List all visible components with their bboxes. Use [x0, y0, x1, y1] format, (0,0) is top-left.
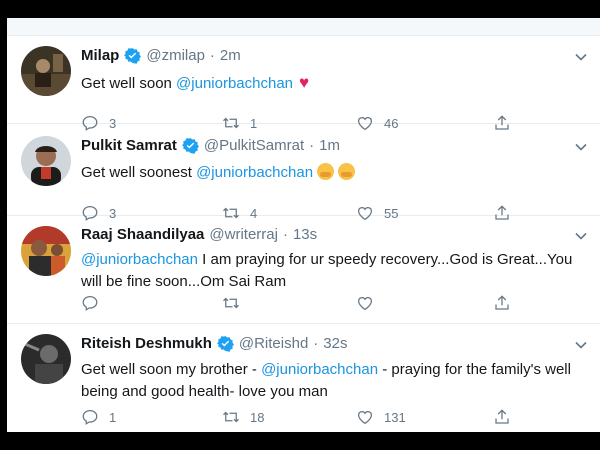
tweet-riteish-deshmukh[interactable]: Riteish Deshmukh @Riteishd · 32s Get wel… — [7, 324, 600, 432]
tweet-raaj-shaandilyaa[interactable]: Raaj Shaandilyaa @writerraj · 13s @junio… — [7, 216, 600, 324]
share-icon — [495, 295, 509, 310]
share-button[interactable] — [493, 406, 511, 428]
handle[interactable]: @Riteishd — [239, 335, 308, 352]
reply-icon — [82, 409, 98, 425]
display-name[interactable]: Riteish Deshmukh — [81, 335, 212, 352]
timeline-top-edge — [7, 18, 600, 36]
display-name[interactable]: Raaj Shaandilyaa — [81, 226, 204, 243]
tweet-text: Get well soon @juniorbachchan ♥ — [81, 72, 576, 95]
separator-dot: · — [309, 137, 315, 154]
display-name[interactable]: Milap — [81, 47, 119, 64]
reply-count: 1 — [109, 409, 117, 425]
like-icon — [357, 297, 373, 311]
display-name[interactable]: Pulkit Samrat — [81, 137, 177, 154]
share-button[interactable] — [493, 292, 511, 314]
retweet-icon — [223, 411, 239, 423]
mention-link[interactable]: @juniorbachchan — [261, 361, 378, 378]
reply-icon — [82, 295, 98, 311]
timestamp[interactable]: 2m — [220, 47, 241, 64]
chevron-down-icon[interactable] — [574, 338, 588, 352]
tweet-text-start: Get well soon — [81, 75, 177, 92]
reply-button[interactable] — [81, 292, 99, 314]
reply-button[interactable]: 1 — [81, 406, 116, 428]
tweet-actions: 1 18 131 — [81, 406, 600, 428]
like-button[interactable] — [356, 292, 374, 314]
tweet-header: Milap @zmilap · 2m — [81, 47, 241, 64]
share-icon — [495, 409, 509, 424]
retweet-count: 18 — [250, 409, 265, 425]
verified-badge-icon — [216, 336, 234, 352]
tweet-text-start: Get well soon my brother - — [81, 361, 262, 378]
red-heart-emoji: ♥ — [299, 73, 310, 92]
separator-dot: · — [209, 47, 215, 64]
handle[interactable]: @writerraj — [209, 226, 278, 243]
separator-dot: · — [282, 226, 288, 243]
retweet-button[interactable] — [222, 292, 240, 314]
timestamp[interactable]: 13s — [293, 226, 317, 243]
retweet-button[interactable]: 18 — [222, 406, 264, 428]
mention-link[interactable]: @juniorbachchan — [196, 164, 313, 181]
like-icon — [357, 411, 373, 425]
verified-badge-icon — [124, 48, 142, 64]
tweet-header: Raaj Shaandilyaa @writerraj · 13s — [81, 226, 317, 243]
tweet-text: Get well soon my brother - @juniorbachch… — [81, 359, 576, 403]
mention-link[interactable]: @juniorbachchan — [176, 75, 293, 92]
mention-link[interactable]: @juniorbachchan — [81, 251, 198, 268]
chevron-down-icon[interactable] — [574, 140, 588, 154]
hugging-face-emoji — [338, 163, 356, 180]
chevron-down-icon[interactable] — [574, 50, 588, 64]
hugging-face-emoji — [317, 163, 335, 180]
timestamp[interactable]: 1m — [319, 137, 340, 154]
verified-badge-icon — [181, 138, 199, 154]
timestamp[interactable]: 32s — [323, 335, 347, 352]
retweet-icon — [223, 297, 239, 309]
avatar[interactable] — [21, 226, 71, 276]
avatar[interactable] — [21, 334, 71, 384]
tweet-pulkit-samrat[interactable]: Pulkit Samrat @PulkitSamrat · 1m Get wel… — [7, 124, 600, 221]
tweet-text: @juniorbachchan I am praying for ur spee… — [81, 249, 576, 293]
timeline: Milap @zmilap · 2m Get well soon @junior… — [7, 18, 600, 432]
tweet-header: Riteish Deshmukh @Riteishd · 32s — [81, 335, 347, 352]
tweet-text: Get well soonest @juniorbachchan — [81, 162, 576, 184]
like-button[interactable]: 131 — [356, 406, 406, 428]
separator-dot: · — [313, 335, 319, 352]
tweet-header: Pulkit Samrat @PulkitSamrat · 1m — [81, 137, 340, 154]
tweet-actions — [81, 292, 600, 314]
handle[interactable]: @PulkitSamrat — [204, 137, 304, 154]
handle[interactable]: @zmilap — [146, 47, 205, 64]
tweet-milap[interactable]: Milap @zmilap · 2m Get well soon @junior… — [7, 36, 600, 131]
avatar[interactable] — [21, 136, 71, 186]
tweet-text-start: Get well soonest — [81, 164, 197, 181]
chevron-down-icon[interactable] — [574, 229, 588, 243]
avatar[interactable] — [21, 46, 71, 96]
like-count: 131 — [384, 409, 406, 425]
